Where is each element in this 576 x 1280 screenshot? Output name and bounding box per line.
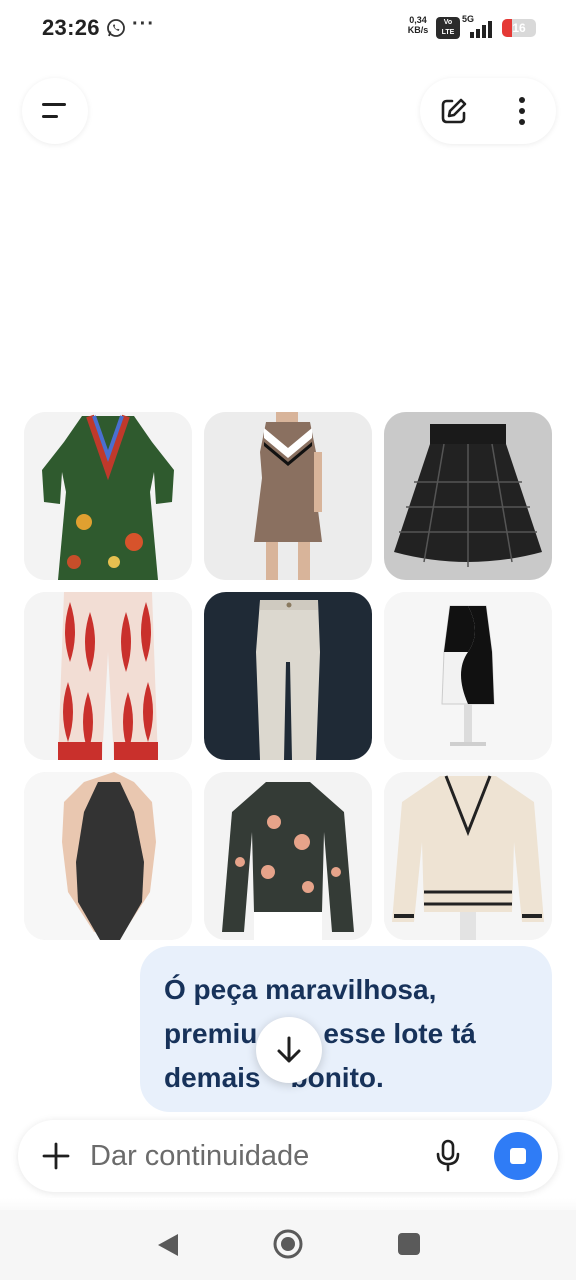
network-speed-value: 0,34 [409,15,427,25]
stop-generation-button[interactable] [494,1132,542,1180]
product-image-red-print-wide-pants[interactable] [24,592,192,760]
back-icon[interactable] [156,1232,180,1258]
system-navigation-bar [0,1210,576,1280]
product-image-cream-knit-cardigan[interactable] [384,772,552,940]
volte-badge: Vo LTE [436,17,460,39]
message-line-2-left: premiu [164,1018,258,1049]
home-icon[interactable] [272,1228,304,1260]
product-image-grid [24,412,554,940]
menu-icon [42,103,66,118]
product-image-black-halter-bodysuit[interactable] [24,772,192,940]
add-attachment-button[interactable] [36,1136,76,1176]
message-line-2-right: esse lote tá [323,1018,476,1049]
plus-icon [42,1142,70,1170]
product-image-black-white-asymmetric-dress[interactable] [384,592,552,760]
edit-icon [441,98,467,124]
signal-icon [470,21,492,38]
volte-line1: Vo [443,19,453,26]
battery-icon: 16 [502,19,536,37]
status-bar: 23:26 ··· 0,34 KB/s Vo LTE 5G 16 [0,0,576,56]
product-image-white-flare-jeans[interactable] [204,592,372,760]
image-placeholder-card[interactable] [24,46,446,376]
volte-line2: LTE [441,29,455,36]
product-image-brown-chevron-dress[interactable] [204,412,372,580]
arrow-down-icon [277,1036,301,1063]
notification-more-icon: ··· [132,13,155,35]
battery-level: 16 [512,21,526,35]
chat-input[interactable] [90,1136,410,1176]
product-image-black-crochet-skirt[interactable] [384,412,552,580]
message-line-3: demais bonito. [164,1056,528,1100]
stop-icon [510,1148,526,1164]
new-chat-button[interactable] [432,89,476,133]
header-actions [420,78,556,144]
status-time: 23:26 [42,15,100,40]
menu-button[interactable] [22,78,88,144]
message-line-3-left: demais [164,1062,261,1093]
message-line-1: Ó peça maravilhosa, [164,974,437,1005]
chat-input-bar [18,1120,558,1192]
network-speed: 0,34 KB/s [404,15,432,35]
product-image-green-embroidered-dress[interactable] [24,412,192,580]
scroll-to-bottom-button[interactable] [256,1017,322,1083]
product-image-floral-mesh-top[interactable] [204,772,372,940]
recents-icon[interactable] [398,1233,420,1255]
whatsapp-icon [107,19,125,37]
message-line-2: premiu esse lote tá [164,1012,528,1056]
more-vertical-icon [519,97,525,125]
more-options-button[interactable] [500,89,544,133]
network-speed-unit: KB/s [407,25,429,35]
voice-input-button[interactable] [426,1134,470,1178]
user-message-bubble: Ó peça maravilhosa, premiu esse lote tá d… [140,946,552,1112]
microphone-icon [436,1139,460,1172]
